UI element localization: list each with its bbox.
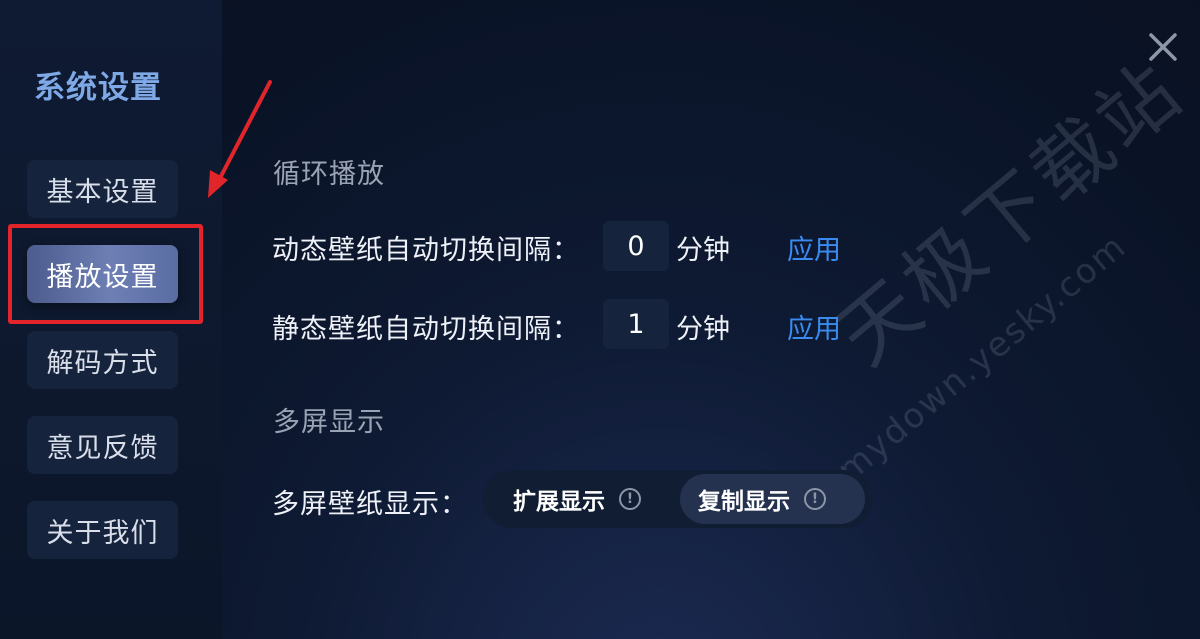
sidebar-item-feedback[interactable]: 意见反馈 xyxy=(27,416,178,474)
sidebar-item-decode-mode[interactable]: 解码方式 xyxy=(27,331,178,389)
dynamic-interval-label: 动态壁纸自动切换间隔： xyxy=(272,235,580,266)
sidebar-item-about-us[interactable]: 关于我们 xyxy=(27,501,178,559)
sidebar-item-basic-settings[interactable]: 基本设置 xyxy=(27,160,178,218)
watermark: 天极下载站 mydown.yesky.com xyxy=(790,44,1200,491)
close-icon[interactable] xyxy=(1146,30,1180,64)
multi-screen-title: 多屏显示 xyxy=(273,407,385,438)
static-interval-input[interactable]: 1 xyxy=(603,299,669,349)
option-duplicate-display[interactable]: 复制显示 ! xyxy=(680,474,865,524)
static-interval-label: 静态壁纸自动切换间隔： xyxy=(272,314,580,345)
option-extend-display[interactable]: 扩展显示 ! xyxy=(493,474,683,524)
sidebar-title: 系统设置 xyxy=(34,70,162,106)
dynamic-apply-button[interactable]: 应用 xyxy=(787,228,841,267)
loop-playback-title: 循环播放 xyxy=(273,159,385,190)
option-extend-display-label: 扩展显示 xyxy=(513,489,605,515)
multi-screen-segmented-control: 扩展显示 ! 复制显示 ! xyxy=(483,470,873,528)
watermark-text-cn: 天极下载站 xyxy=(821,43,1200,383)
dynamic-interval-input[interactable]: 0 xyxy=(603,221,669,271)
info-circle-icon[interactable]: ! xyxy=(619,488,641,510)
annotation-highlight-box xyxy=(8,224,203,324)
option-duplicate-display-label: 复制显示 xyxy=(698,489,790,515)
info-circle-icon[interactable]: ! xyxy=(804,488,826,510)
dynamic-interval-unit: 分钟 xyxy=(676,235,730,266)
multi-screen-label: 多屏壁纸显示： xyxy=(272,489,468,520)
watermark-text-en: mydown.yesky.com xyxy=(830,226,1135,491)
static-apply-button[interactable]: 应用 xyxy=(787,307,841,346)
static-interval-unit: 分钟 xyxy=(676,314,730,345)
settings-window: 系统设置 基本设置 播放设置 解码方式 意见反馈 关于我们 天极下载站 mydo… xyxy=(0,0,1200,639)
